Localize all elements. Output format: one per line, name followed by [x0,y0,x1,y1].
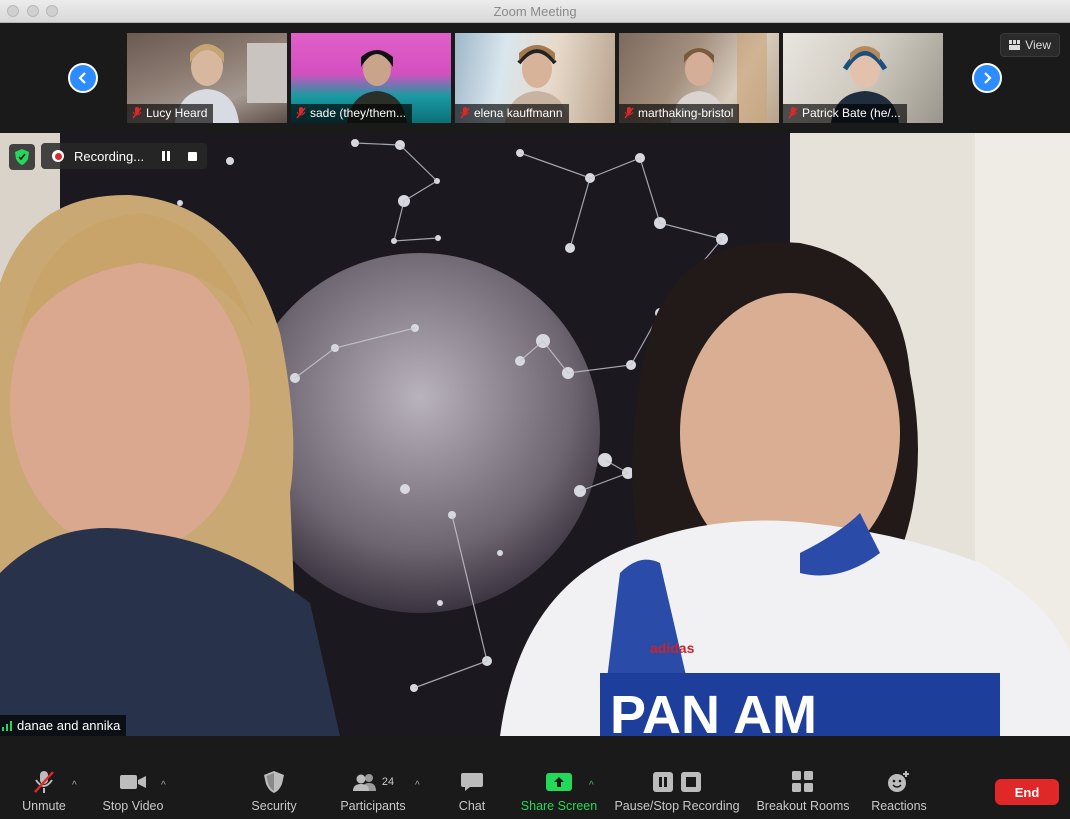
participant-tile[interactable]: sade (they/them... [291,33,451,123]
video-options-caret[interactable]: ^ [161,780,166,791]
share-screen-label: Share Screen [520,799,598,813]
share-screen-icon [546,773,572,791]
view-button[interactable]: View [1000,33,1060,57]
signal-bars-icon [2,720,12,731]
mic-muted-icon [296,107,306,119]
share-options-caret[interactable]: ^ [589,780,594,791]
participant-name-label: Lucy Heard [127,104,214,123]
security-label: Security [251,799,297,813]
recording-dot-icon [52,150,64,162]
participant-tile[interactable]: Patrick Bate (he/... [783,33,943,123]
participant-name: Patrick Bate (he/... [802,106,901,120]
participant-tile[interactable]: marthaking-bristol [619,33,779,123]
participant-name-label: marthaking-bristol [619,104,740,123]
participants-options-caret[interactable]: ^ [415,780,420,791]
unmute-label: Unmute [22,799,66,813]
pause-stop-recording-button[interactable]: Pause/Stop Recording [612,766,742,819]
pause-recording-button[interactable] [162,151,171,161]
gallery-strip: Lucy Heard sade (they/them... elena kauf… [0,23,1070,133]
reactions-label: Reactions [871,799,927,813]
shield-icon [264,771,284,793]
security-encryption-indicator[interactable] [9,144,35,170]
speaker-name: danae and annika [17,718,121,733]
participant-count: 24 [381,776,395,788]
participant-name: marthaking-bristol [638,106,734,120]
participant-name: sade (they/them... [310,106,407,120]
mic-muted-icon [132,107,142,119]
unmute-button[interactable]: Unmute [14,766,74,819]
chat-bubble-icon [461,773,483,791]
speaker-name-label: danae and annika [0,715,127,736]
pause-stop-recording-label: Pause/Stop Recording [614,799,740,813]
view-label: View [1025,38,1051,52]
mic-muted-icon [788,107,798,119]
stop-icon [681,772,701,792]
meeting-toolbar: Unmute ^ Stop Video ^ Security 24 Partic… [0,766,1070,819]
gallery-next-button[interactable] [972,63,1002,93]
recording-label: Recording... [74,148,145,164]
breakout-rooms-button[interactable]: Breakout Rooms [755,766,851,819]
recording-indicator: Recording... [41,143,207,169]
svg-text:PAN AM: PAN AM [610,685,817,736]
speaker-video-frame: PAN AM adidas [0,133,1070,736]
chat-label: Chat [458,799,486,813]
reactions-smiley-icon [888,771,909,792]
security-button[interactable]: Security [246,766,302,819]
breakout-rooms-label: Breakout Rooms [756,799,850,813]
stop-video-label: Stop Video [102,799,164,813]
share-screen-button[interactable]: Share Screen [517,766,601,819]
shield-check-icon [15,149,29,165]
pause-icon [653,772,673,792]
participant-tile[interactable]: elena kauffmann [455,33,615,123]
chat-button[interactable]: Chat [450,766,494,819]
stop-recording-button[interactable] [188,151,198,161]
participant-name: Lucy Heard [146,106,208,120]
mic-muted-icon [624,107,634,119]
active-speaker-video[interactable]: PAN AM adidas Recording... danae and ann… [0,133,1070,736]
mic-muted-icon [460,107,470,119]
chevron-left-icon [78,72,86,84]
window-titlebar: Zoom Meeting [0,0,1070,23]
participant-name-label: Patrick Bate (he/... [783,104,907,123]
end-meeting-button[interactable]: End [995,779,1059,805]
window-title: Zoom Meeting [493,4,577,19]
participants-button[interactable]: 24 Participants [336,766,410,819]
reactions-button[interactable]: Reactions [868,766,930,819]
gallery-prev-button[interactable] [68,63,98,93]
participant-name-label: elena kauffmann [455,104,569,123]
participant-name: elena kauffmann [474,106,563,120]
chevron-right-icon [984,72,992,84]
audio-options-caret[interactable]: ^ [72,780,77,791]
mic-muted-icon [34,771,54,793]
svg-text:adidas: adidas [650,640,695,656]
video-camera-icon [120,775,146,789]
participant-name-label: sade (they/them... [291,104,413,123]
participant-tile[interactable]: Lucy Heard [127,33,287,123]
participants-label: Participants [340,799,406,813]
participants-icon [352,774,376,791]
breakout-rooms-icon [792,771,813,792]
stop-video-button[interactable]: Stop Video [98,766,168,819]
grid-view-icon [1009,40,1021,50]
